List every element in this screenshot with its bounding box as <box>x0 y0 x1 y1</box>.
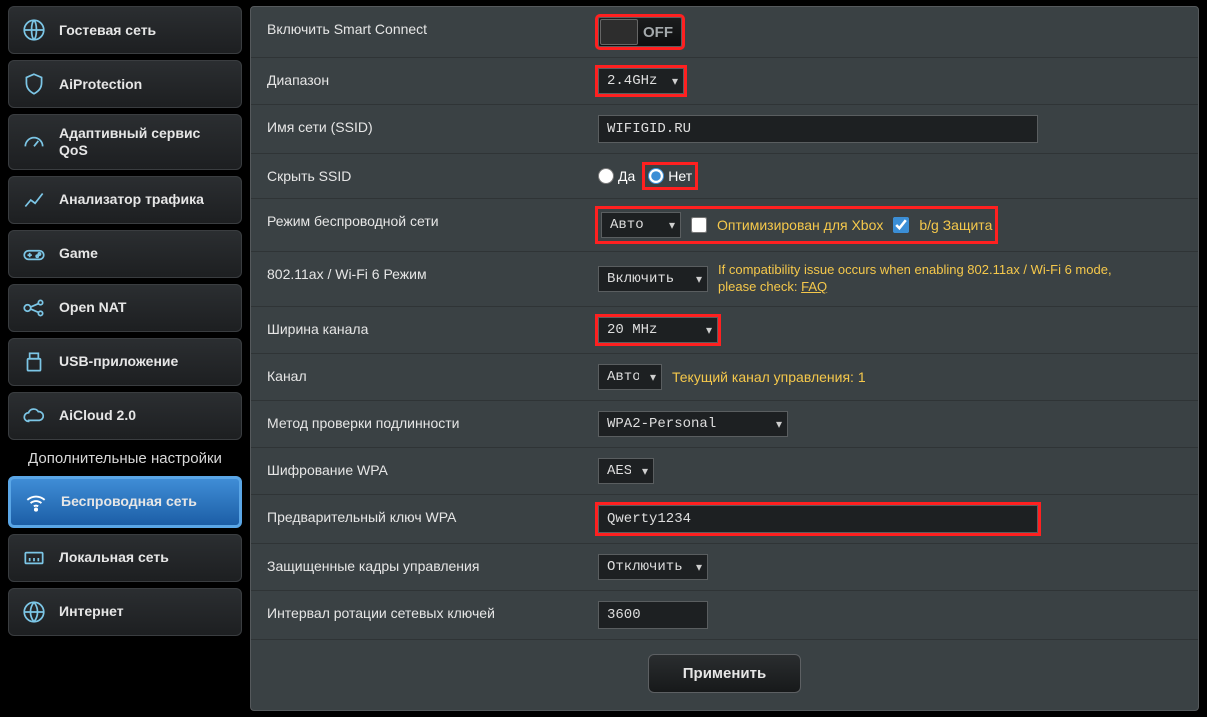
label-hide-ssid: Скрыть SSID <box>251 154 586 198</box>
label-smart-connect: Включить Smart Connect <box>251 7 586 57</box>
nav-qos[interactable]: Адаптивный сервис QoS <box>8 114 242 170</box>
nav-label: Беспроводная сеть <box>61 493 197 510</box>
label-wireless-mode: Режим беспроводной сети <box>251 199 586 251</box>
wifi-icon <box>23 489 49 515</box>
auth-select[interactable]: WPA2-Personal <box>598 411 788 437</box>
band-select[interactable]: 2.4GHz <box>598 68 684 94</box>
nat-icon <box>21 295 47 321</box>
row-wpa-enc: Шифрование WPA AES <box>251 448 1198 495</box>
nav-aicloud[interactable]: AiCloud 2.0 <box>8 392 242 440</box>
ethernet-icon <box>21 545 47 571</box>
apply-button[interactable]: Применить <box>648 654 801 693</box>
usb-icon <box>21 349 47 375</box>
row-ssid: Имя сети (SSID) <box>251 105 1198 154</box>
row-hide-ssid: Скрыть SSID Да Нет <box>251 154 1198 199</box>
row-band: Диапазон 2.4GHz <box>251 58 1198 105</box>
channel-hint: Текущий канал управления: 1 <box>672 369 866 385</box>
nav-label: AiProtection <box>59 76 142 93</box>
xbox-checkbox[interactable] <box>691 217 707 233</box>
row-wpa-key: Предварительный ключ WPA <box>251 495 1198 544</box>
label-auth: Метод проверки подлинности <box>251 401 586 447</box>
nav-label: Локальная сеть <box>59 549 169 566</box>
row-wireless-mode: Режим беспроводной сети Авто Оптимизиров… <box>251 199 1198 252</box>
nav-game[interactable]: Game <box>8 230 242 278</box>
row-pmf: Защищенные кадры управления Отключить <box>251 544 1198 591</box>
row-apply: Применить <box>251 640 1198 707</box>
row-wifi6: 802.11ax / Wi-Fi 6 Режим Включить If com… <box>251 252 1198 307</box>
channel-select[interactable]: Авто <box>598 364 662 390</box>
shield-icon <box>21 71 47 97</box>
nav-label: Интернет <box>59 603 124 620</box>
main-panel: Включить Smart Connect OFF Диапазон 2.4G… <box>250 0 1207 717</box>
nav-label: Game <box>59 245 98 262</box>
nav-open-nat[interactable]: Open NAT <box>8 284 242 332</box>
nav-label: Гостевая сеть <box>59 22 156 39</box>
nav-wireless[interactable]: Беспроводная сеть <box>8 476 242 528</box>
hide-ssid-yes[interactable] <box>598 168 614 184</box>
nav-traffic-analyzer[interactable]: Анализатор трафика <box>8 176 242 224</box>
label-channel-width: Ширина канала <box>251 307 586 353</box>
label-wifi6: 802.11ax / Wi-Fi 6 Режим <box>251 252 586 306</box>
nav-label: Open NAT <box>59 299 126 316</box>
toggle-state: OFF <box>643 24 673 41</box>
wifi6-hint: If compatibility issue occurs when enabl… <box>718 262 1118 296</box>
row-auth: Метод проверки подлинности WPA2-Personal <box>251 401 1198 448</box>
nav-guest-network[interactable]: Гостевая сеть <box>8 6 242 54</box>
row-channel: Канал Авто Текущий канал управления: 1 <box>251 354 1198 401</box>
globe-icon <box>21 17 47 43</box>
label-band: Диапазон <box>251 58 586 104</box>
nav-label: Анализатор трафика <box>59 191 204 208</box>
label-wpa-enc: Шифрование WPA <box>251 448 586 494</box>
nav-label: Адаптивный сервис QoS <box>59 125 229 159</box>
sidebar: Гостевая сеть AiProtection Адаптивный се… <box>0 0 250 717</box>
row-rotation: Интервал ротации сетевых ключей <box>251 591 1198 640</box>
nav-usb-app[interactable]: USB-приложение <box>8 338 242 386</box>
nav-label: USB-приложение <box>59 353 178 370</box>
label-channel: Канал <box>251 354 586 400</box>
label-rotation: Интервал ротации сетевых ключей <box>251 591 586 639</box>
label-ssid: Имя сети (SSID) <box>251 105 586 153</box>
faq-link[interactable]: FAQ <box>801 279 827 294</box>
ssid-input[interactable] <box>598 115 1038 143</box>
chart-icon <box>21 187 47 213</box>
smart-connect-toggle[interactable]: OFF <box>598 17 682 47</box>
row-channel-width: Ширина канала 20 MHz <box>251 307 1198 354</box>
wireless-mode-select[interactable]: Авто <box>601 212 681 238</box>
bg-protect-checkbox[interactable] <box>893 217 909 233</box>
channel-width-select[interactable]: 20 MHz <box>598 317 718 343</box>
nav-lan[interactable]: Локальная сеть <box>8 534 242 582</box>
rotation-input[interactable] <box>598 601 708 629</box>
wifi6-select[interactable]: Включить <box>598 266 708 292</box>
gauge-icon <box>21 129 47 155</box>
sidebar-section-header: Дополнительные настройки <box>8 446 242 470</box>
wpa-enc-select[interactable]: AES <box>598 458 654 484</box>
cloud-icon <box>21 403 47 429</box>
row-smart-connect: Включить Smart Connect OFF <box>251 7 1198 58</box>
wpa-key-input[interactable] <box>598 505 1038 533</box>
nav-internet[interactable]: Интернет <box>8 588 242 636</box>
hide-ssid-no[interactable] <box>648 168 664 184</box>
earth-icon <box>21 599 47 625</box>
nav-label: AiCloud 2.0 <box>59 407 136 424</box>
pmf-select[interactable]: Отключить <box>598 554 708 580</box>
label-wpa-key: Предварительный ключ WPA <box>251 495 586 543</box>
gamepad-icon <box>21 241 47 267</box>
nav-aiprotection[interactable]: AiProtection <box>8 60 242 108</box>
label-pmf: Защищенные кадры управления <box>251 544 586 590</box>
